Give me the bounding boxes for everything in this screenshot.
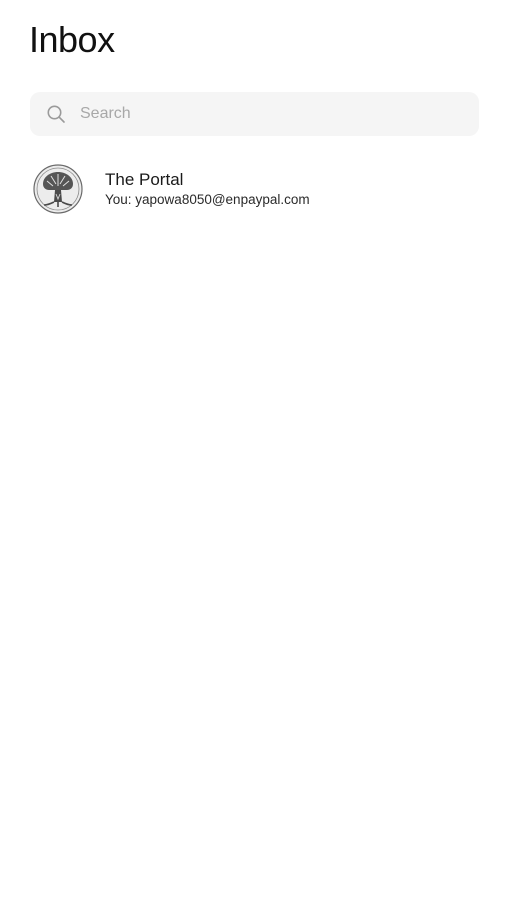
search-icon: [46, 104, 66, 124]
search-bar[interactable]: [30, 92, 479, 136]
page-title: Inbox: [29, 19, 115, 60]
search-input[interactable]: [80, 92, 460, 136]
avatar: [33, 164, 83, 214]
conversation-item[interactable]: The Portal You: yapowa8050@enpaypal.com: [30, 160, 479, 218]
conversation-name: The Portal: [105, 170, 184, 189]
conversation-preview: You: yapowa8050@enpaypal.com: [105, 192, 310, 207]
tree-logo-icon: [33, 164, 83, 214]
